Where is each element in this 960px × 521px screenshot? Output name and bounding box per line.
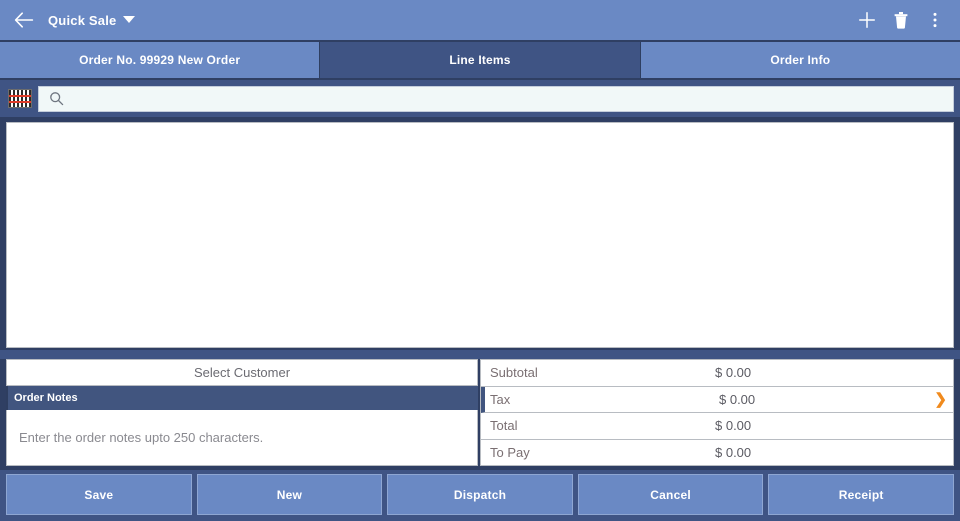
order-notes-header-label: Order Notes bbox=[14, 392, 78, 404]
search-icon bbox=[50, 92, 64, 106]
subtotal-value: $ 0.00 bbox=[715, 365, 752, 381]
save-button[interactable]: Save bbox=[6, 474, 192, 515]
action-bar: Save New Dispatch Cancel Receipt bbox=[0, 470, 960, 521]
order-notes-header: Order Notes bbox=[6, 386, 478, 410]
cancel-button[interactable]: Cancel bbox=[577, 474, 764, 515]
tax-label: Tax bbox=[490, 391, 511, 407]
overflow-menu-button[interactable] bbox=[918, 0, 952, 40]
tab-order-no-label: Order No. 99929 New Order bbox=[79, 53, 241, 67]
order-notes-input[interactable] bbox=[19, 430, 465, 445]
delete-button[interactable] bbox=[884, 0, 918, 40]
app-bar: Quick Sale bbox=[0, 0, 960, 40]
dispatch-button[interactable]: Dispatch bbox=[387, 474, 573, 515]
plus-icon bbox=[859, 12, 875, 28]
search-bar bbox=[0, 80, 960, 117]
totals-row-subtotal: Subtotal $ 0.00 bbox=[481, 360, 953, 387]
line-items-list[interactable] bbox=[6, 122, 954, 348]
new-button[interactable]: New bbox=[196, 474, 383, 515]
trash-icon bbox=[894, 11, 908, 29]
totals-row-to-pay: To Pay $ 0.00 bbox=[481, 440, 953, 467]
select-customer-label: Select Customer bbox=[193, 365, 291, 380]
page-title[interactable]: Quick Sale bbox=[48, 12, 136, 28]
to-pay-label: To Pay bbox=[490, 445, 530, 461]
tab-order-info-label: Order Info bbox=[770, 53, 831, 67]
more-vertical-icon bbox=[933, 12, 937, 28]
customer-notes-panel: Select Customer Order Notes bbox=[6, 359, 478, 466]
select-customer-button[interactable]: Select Customer bbox=[6, 359, 478, 386]
tab-line-items[interactable]: Line Items bbox=[319, 42, 641, 78]
barcode-bars bbox=[9, 90, 31, 107]
tab-bar: Order No. 99929 New Order Line Items Ord… bbox=[0, 42, 960, 78]
save-button-label: Save bbox=[84, 487, 114, 502]
add-button[interactable] bbox=[850, 0, 884, 40]
chevron-down-icon bbox=[123, 15, 136, 23]
appbar-actions bbox=[850, 0, 952, 40]
tax-value: $ 0.00 bbox=[719, 391, 756, 407]
search-field-wrapper[interactable] bbox=[38, 85, 954, 112]
receipt-button[interactable]: Receipt bbox=[768, 474, 954, 515]
panel-separator bbox=[0, 350, 960, 359]
total-label: Total bbox=[490, 418, 518, 434]
bottom-panels: Select Customer Order Notes Subtotal $ 0… bbox=[0, 359, 960, 468]
totals-row-total: Total $ 0.00 bbox=[481, 413, 953, 440]
tab-line-items-label: Line Items bbox=[449, 53, 511, 67]
chevron-right-icon[interactable]: ❯ bbox=[934, 392, 947, 407]
back-arrow-icon[interactable] bbox=[6, 0, 42, 40]
order-notes-body[interactable] bbox=[6, 410, 478, 466]
barcode-laser-line bbox=[9, 101, 31, 103]
tab-order-no[interactable]: Order No. 99929 New Order bbox=[0, 42, 319, 78]
total-value: $ 0.00 bbox=[715, 418, 752, 434]
totals-row-tax[interactable]: Tax $ 0.00 ❯ bbox=[481, 386, 953, 413]
barcode-laser-line bbox=[9, 95, 31, 97]
tab-order-info[interactable]: Order Info bbox=[641, 42, 960, 78]
receipt-button-label: Receipt bbox=[838, 487, 884, 502]
quick-sale-screen: Quick Sale Order No. 99929 New Order Lin… bbox=[0, 0, 960, 521]
new-button-label: New bbox=[276, 487, 303, 502]
cancel-button-label: Cancel bbox=[650, 487, 691, 502]
totals-panel: Subtotal $ 0.00 Tax $ 0.00 ❯ Total $ 0.0… bbox=[480, 359, 954, 466]
barcode-scanner-icon[interactable] bbox=[8, 89, 32, 108]
subtotal-label: Subtotal bbox=[490, 365, 538, 381]
search-input[interactable] bbox=[73, 88, 869, 109]
page-title-text: Quick Sale bbox=[48, 12, 117, 28]
dispatch-button-label: Dispatch bbox=[453, 487, 507, 502]
to-pay-value: $ 0.00 bbox=[715, 445, 752, 461]
